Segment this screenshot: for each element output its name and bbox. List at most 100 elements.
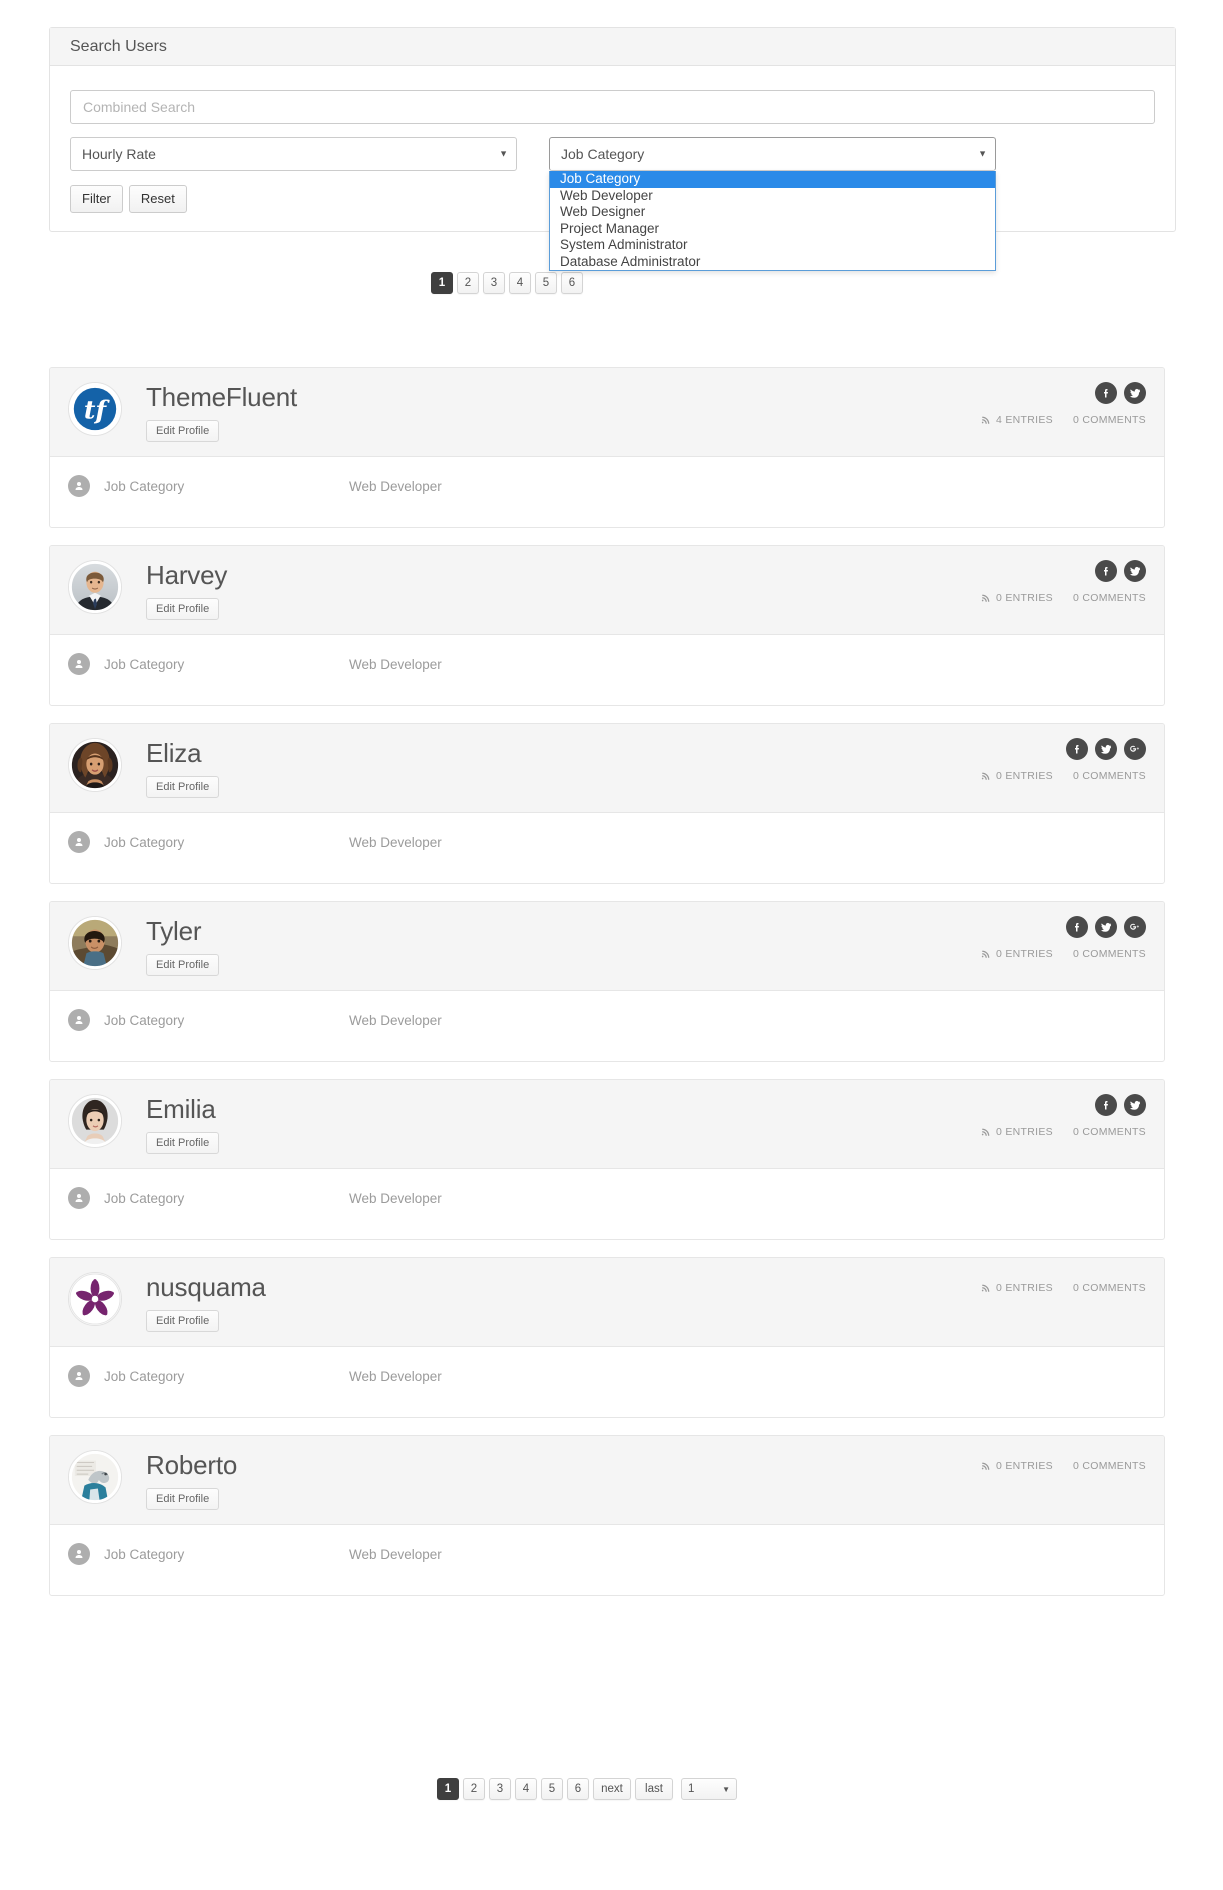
entries-count: 4 ENTRIES — [996, 414, 1053, 426]
twitter-icon[interactable] — [1124, 560, 1146, 582]
job-category-select-wrap: Job Category ▼ Job Category Web Developer… — [549, 137, 996, 271]
edit-profile-button[interactable]: Edit Profile — [146, 1132, 220, 1154]
page-link-4[interactable]: 4 — [515, 1778, 537, 1800]
job-category-select-value: Job Category — [561, 146, 645, 162]
attribute-label: Job Category — [104, 1190, 185, 1206]
comments-count: 0 COMMENTS — [1072, 1126, 1146, 1138]
facebook-icon[interactable] — [1095, 1094, 1117, 1116]
page-link-1[interactable]: 1 — [437, 1778, 459, 1800]
page-link-3[interactable]: 3 — [489, 1778, 511, 1800]
googleplus-icon[interactable] — [1124, 738, 1146, 760]
job-category-option[interactable]: System Administrator — [550, 237, 995, 254]
job-category-option[interactable]: Project Manager — [550, 221, 995, 238]
twitter-icon[interactable] — [1124, 382, 1146, 404]
comments-count: 0 COMMENTS — [1072, 592, 1146, 604]
entries-stat: 0 ENTRIES — [981, 1282, 1053, 1294]
hourly-rate-select[interactable]: Hourly Rate ▼ — [70, 137, 517, 171]
attribute-row: Job Category Web Developer — [68, 831, 1146, 853]
user-identity: nusquama Edit Profile — [146, 1272, 266, 1332]
chevron-down-icon: ▼ — [978, 148, 987, 159]
page-link-4[interactable]: 4 — [509, 272, 531, 294]
attribute-value: Web Developer — [349, 1546, 442, 1562]
chevron-down-icon: ▼ — [499, 148, 508, 159]
search-panel-header: Search Users — [50, 28, 1175, 66]
user-identity: Eliza Edit Profile — [146, 738, 220, 798]
page-link-last[interactable]: last — [635, 1778, 673, 1800]
edit-profile-button[interactable]: Edit Profile — [146, 1310, 220, 1332]
comments-count: 0 COMMENTS — [1072, 1282, 1146, 1294]
attribute-value: Web Developer — [349, 1190, 442, 1206]
twitter-icon[interactable] — [1095, 916, 1117, 938]
user-card-header: nusquama Edit Profile 0 ENTRIES 0 COMMENTS — [50, 1258, 1164, 1347]
page-link-2[interactable]: 2 — [457, 272, 479, 294]
entries-stat: 0 ENTRIES — [981, 1126, 1053, 1138]
job-category-select[interactable]: Job Category ▼ — [549, 137, 996, 171]
rss-icon — [981, 771, 991, 781]
edit-profile-button[interactable]: Edit Profile — [146, 420, 220, 442]
user-card-meta: 0 ENTRIES 0 COMMENTS — [981, 1272, 1146, 1294]
entries-count: 0 ENTRIES — [996, 948, 1053, 960]
user-card-header: Roberto Edit Profile 0 ENTRIES 0 COMMENTS — [50, 1436, 1164, 1525]
page-link-5[interactable]: 5 — [541, 1778, 563, 1800]
attribute-row: Job Category Web Developer — [68, 1365, 1146, 1387]
user-name: nusquama — [146, 1272, 266, 1302]
job-category-option[interactable]: Job Category — [550, 171, 995, 188]
entries-count: 0 ENTRIES — [996, 1282, 1053, 1294]
user-card-meta: 4 ENTRIES 0 COMMENTS — [981, 382, 1146, 426]
user-card: Roberto Edit Profile 0 ENTRIES 0 COMMENTS Jo… — [49, 1435, 1165, 1596]
googleplus-icon[interactable] — [1124, 916, 1146, 938]
stats-row: 0 ENTRIES 0 COMMENTS — [981, 1460, 1146, 1472]
page-link-next[interactable]: next — [593, 1778, 631, 1800]
job-category-option[interactable]: Web Developer — [550, 188, 995, 205]
page-link-6[interactable]: 6 — [567, 1778, 589, 1800]
page-jump-select[interactable]: 1 ▼ — [681, 1778, 737, 1800]
search-users-panel: Search Users Hourly Rate ▼ Job Category … — [49, 27, 1176, 271]
facebook-icon[interactable] — [1095, 382, 1117, 404]
comments-count: 0 COMMENTS — [1072, 770, 1146, 782]
comments-stat: 0 COMMENTS — [1073, 1460, 1146, 1472]
twitter-icon[interactable] — [1095, 738, 1117, 760]
edit-profile-button[interactable]: Edit Profile — [146, 598, 220, 620]
page-link-6[interactable]: 6 — [561, 272, 583, 294]
rss-icon — [981, 415, 991, 425]
user-identity: Harvey Edit Profile — [146, 560, 227, 620]
attribute-label: Job Category — [104, 478, 185, 494]
rss-icon — [981, 1127, 991, 1137]
attribute-value: Web Developer — [349, 834, 442, 850]
user-identity: Tyler Edit Profile — [146, 916, 220, 976]
job-category-options-list[interactable]: Job Category Web Developer Web Designer Pro… — [549, 171, 996, 271]
social-links — [1095, 1094, 1146, 1116]
edit-profile-button[interactable]: Edit Profile — [146, 776, 220, 798]
job-category-option[interactable]: Database Administrator — [550, 254, 995, 271]
attribute-row: Job Category Web Developer — [68, 475, 1146, 497]
pagination-top[interactable]: 123456 — [431, 272, 583, 294]
page-link-5[interactable]: 5 — [535, 272, 557, 294]
page-link-1[interactable]: 1 — [431, 272, 453, 294]
page-jump-value: 1 — [688, 1783, 695, 1795]
user-icon — [68, 831, 90, 853]
search-input[interactable] — [70, 90, 1155, 124]
job-category-option[interactable]: Web Designer — [550, 204, 995, 221]
edit-profile-button[interactable]: Edit Profile — [146, 954, 220, 976]
facebook-icon[interactable] — [1066, 738, 1088, 760]
facebook-icon[interactable] — [1066, 916, 1088, 938]
pagination-bottom[interactable]: 1 2 3 4 5 6 next last 1 ▼ — [437, 1778, 737, 1800]
user-card: Tyler Edit Profile 0 ENTRIES 0 COMMENTS Job … — [49, 901, 1165, 1062]
user-card: Emilia Edit Profile 0 ENTRIES 0 COMMENTS Job… — [49, 1079, 1165, 1240]
page-link-3[interactable]: 3 — [483, 272, 505, 294]
filter-button[interactable]: Filter — [70, 185, 123, 214]
user-icon — [68, 1543, 90, 1565]
reset-button[interactable]: Reset — [128, 185, 187, 214]
user-identity: Roberto Edit Profile — [146, 1450, 237, 1510]
comments-stat: 0 COMMENTS — [1073, 948, 1146, 960]
twitter-icon[interactable] — [1124, 1094, 1146, 1116]
user-identity: Emilia Edit Profile — [146, 1094, 220, 1154]
user-name: Emilia — [146, 1094, 216, 1124]
edit-profile-button[interactable]: Edit Profile — [146, 1488, 220, 1510]
user-card: Harvey Edit Profile 0 ENTRIES 0 COMMENTS Job… — [49, 545, 1165, 706]
social-links — [1066, 738, 1146, 760]
facebook-icon[interactable] — [1095, 560, 1117, 582]
page-link-2[interactable]: 2 — [463, 1778, 485, 1800]
hourly-rate-select-value: Hourly Rate — [82, 146, 156, 162]
rss-icon — [981, 593, 991, 603]
